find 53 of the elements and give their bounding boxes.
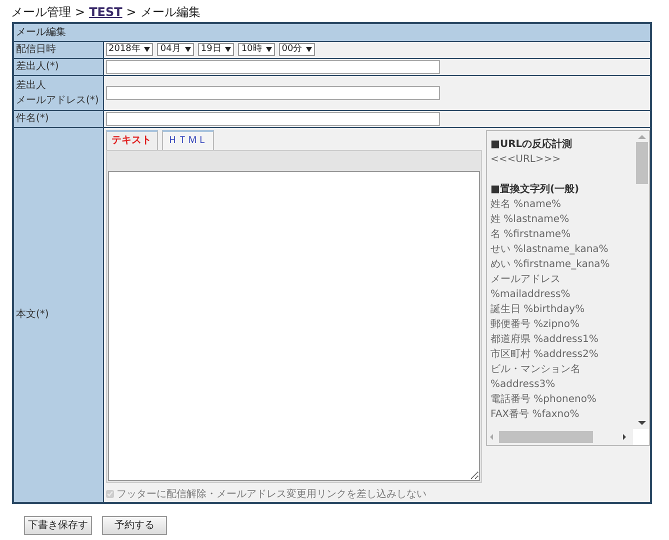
action-button[interactable]: 下書き保存す [24,516,92,534]
text-field[interactable] [106,112,440,126]
variable-item: 都道府県 %address1% [490,332,600,346]
variable-item: 電話番号 %phoneno% [490,392,598,406]
variable-item: 誕生日 %birthday% [490,302,586,316]
variable-item: 郵便番号 %zipno% [490,318,581,332]
field-label: 差出人 [16,78,47,92]
scrollbar-thumb[interactable] [636,142,648,184]
field-label: 差出人(*) [16,60,60,74]
scrollbar-thumb[interactable] [498,430,592,442]
dropdown[interactable]: 2018年 [106,43,154,56]
breadcrumb-item: メール編集 [140,4,200,21]
dropdown-arrow-icon [266,47,272,52]
breadcrumb-separator: > [75,4,86,21]
dropdown[interactable]: 04月 [157,43,194,56]
breadcrumb-link[interactable]: TEST [89,3,122,21]
dropdown[interactable]: 19日 [198,43,234,56]
dropdown-arrow-icon [184,47,191,52]
editor-tab[interactable]: ＨＴＭＬ [162,130,214,150]
scroll-left-icon[interactable] [490,434,492,440]
field-label: 配信日時 [16,42,57,57]
variable-item: 市区町村 %address2% [490,348,600,362]
variable-item: めい %firstname_kana% [490,258,611,272]
variables-heading: ■置換文字列(一般) [490,182,580,196]
variable-item: メールアドレス [490,272,562,286]
form-title: メール編集 [13,23,651,41]
variable-item: ビル・マンション名 [490,362,582,376]
variable-item: 姓名 %name% [490,198,562,212]
variable-item: 名 %firstname% [490,228,572,242]
variable-item: FAX番号 %faxno% [490,408,580,422]
variable-item: せい %lastname_kana% [490,242,610,256]
scroll-down-icon[interactable] [638,420,646,424]
variable-item: <<<URL>>> [490,152,562,166]
scrollbar-corner [632,428,648,444]
dropdown[interactable]: 10時 [238,43,275,56]
dropdown-arrow-icon [225,47,232,52]
variable-item: 姓 %lastname% [490,212,570,226]
dropdown-arrow-icon [144,47,150,52]
scroll-right-icon[interactable] [622,434,626,440]
field-label: メールアドレス(*) [16,94,100,108]
field-label: 件名(*) [16,112,50,126]
breadcrumb-item: メール管理 [11,4,71,21]
variable-item: %mailaddress% [490,288,572,302]
breadcrumb-separator: > [126,4,136,21]
dropdown-arrow-icon [306,47,312,52]
action-button[interactable]: 予約する [102,516,167,534]
field-label: 本文(*) [16,308,50,322]
editor-tab[interactable]: テキスト [106,130,158,150]
variable-item: %address3% [490,378,556,392]
text-field[interactable] [106,86,440,100]
dropdown[interactable]: 00分 [278,43,316,56]
text-field[interactable] [106,60,440,74]
variables-heading: ■URLの反応計測 [490,137,574,152]
